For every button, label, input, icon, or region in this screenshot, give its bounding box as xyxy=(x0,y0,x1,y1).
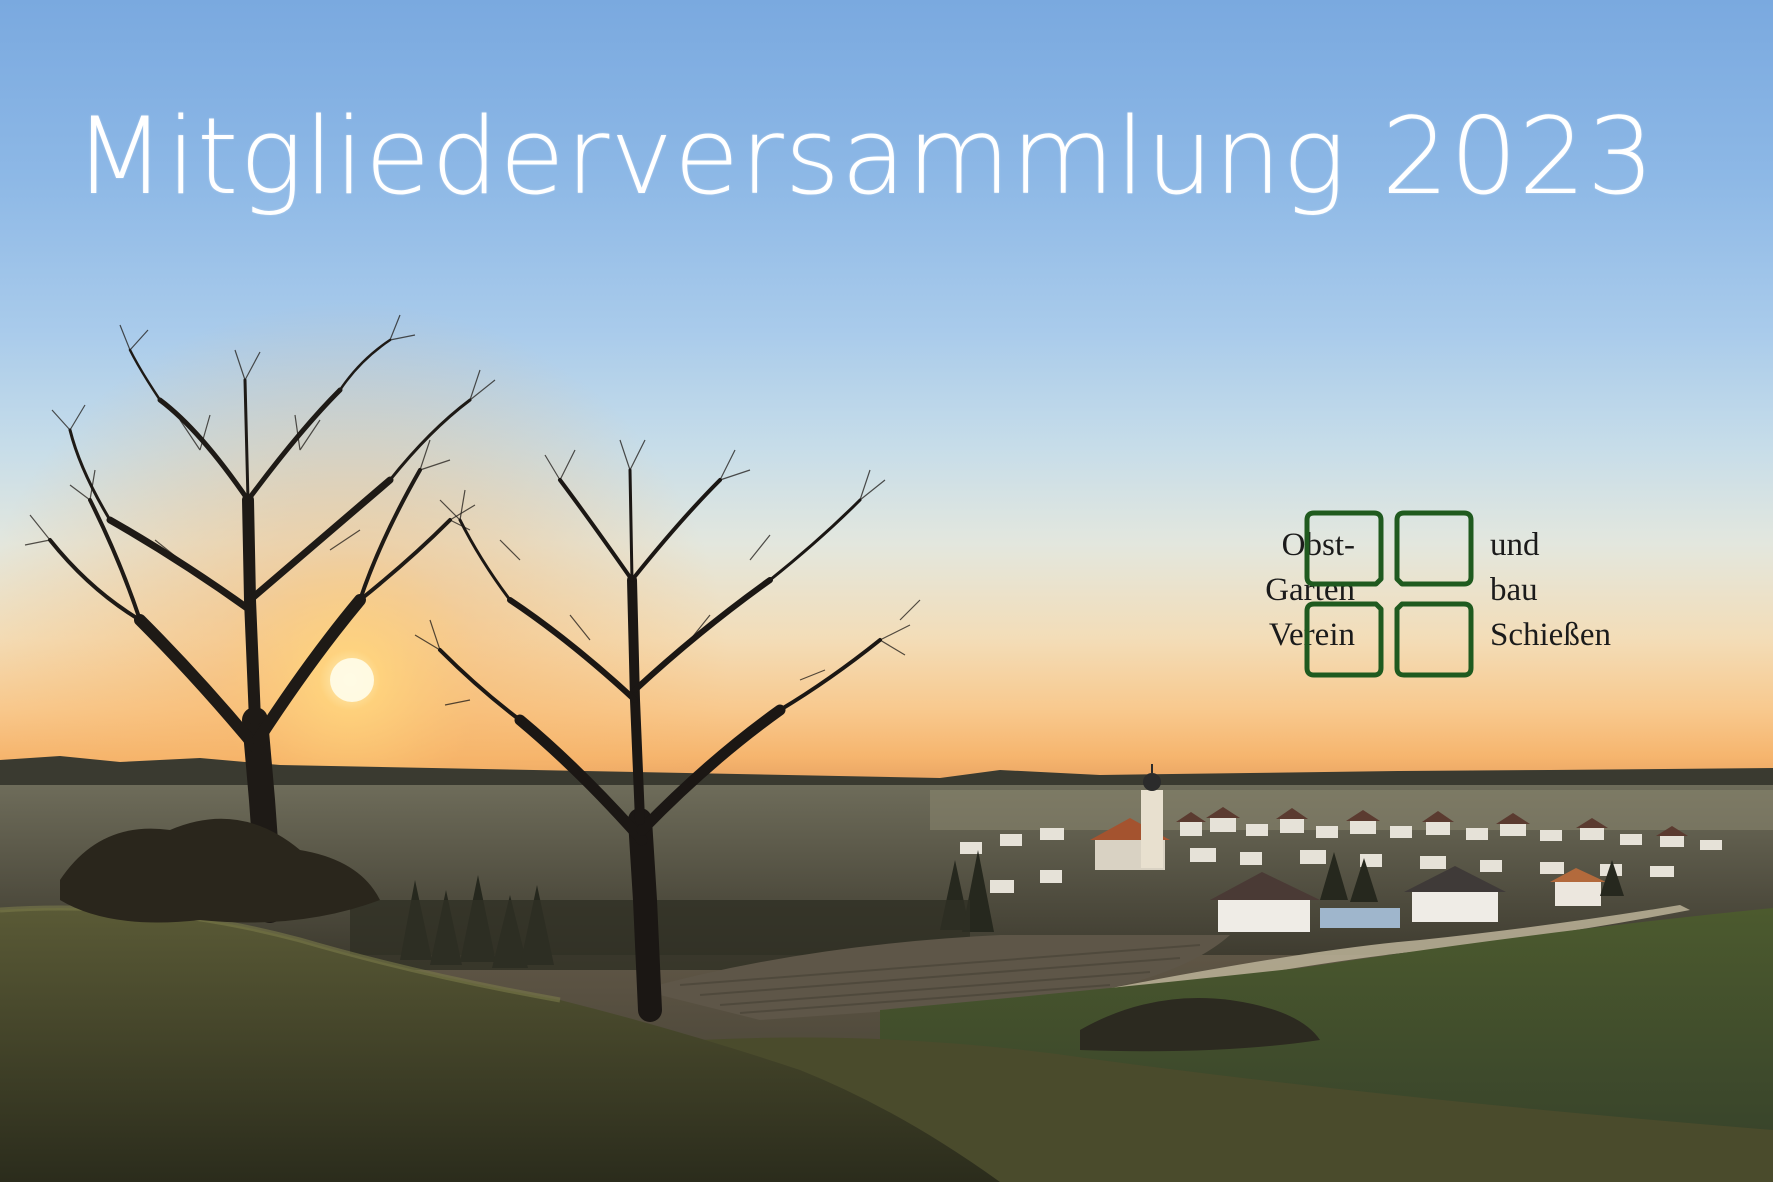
logo-word-schiessen: Schießen xyxy=(1490,617,1611,653)
club-logo: Obst- Garten Verein und bau Schießen xyxy=(1160,505,1640,685)
sun xyxy=(330,658,374,702)
logo-squares-icon xyxy=(1304,510,1474,678)
page-title: Mitgliederversammlung 2023 xyxy=(74,95,1656,218)
logo-word-bau: bau xyxy=(1490,572,1538,608)
logo-word-und: und xyxy=(1490,527,1540,563)
photo-scene: Mitgliederversammlung 2023 Obst- Garten … xyxy=(0,0,1773,1182)
